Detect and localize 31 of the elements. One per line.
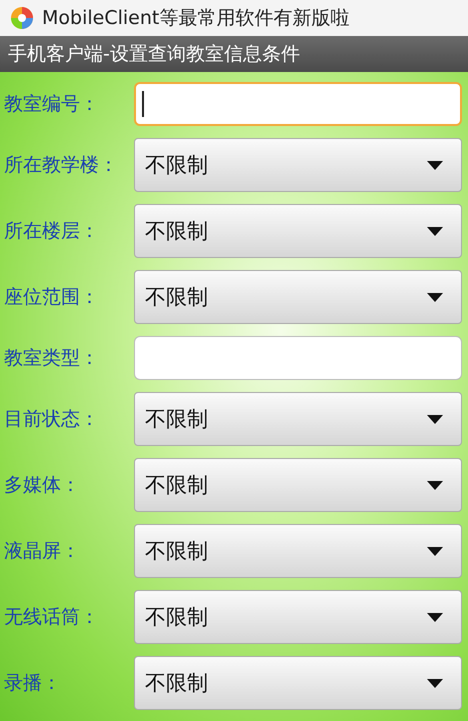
field-label: 座位范围： [3, 285, 100, 310]
field-label: 目前状态： [3, 407, 100, 432]
text-input-field[interactable] [134, 82, 462, 126]
dropdown-arrow-icon [427, 546, 443, 556]
dropdown-select[interactable]: 不限制 [134, 590, 462, 644]
title-bar: 手机客户端-设置查询教室信息条件 [0, 36, 468, 72]
dropdown-arrow-icon [427, 292, 443, 302]
dropdown-arrow-icon [427, 678, 443, 688]
field-label: 录播： [3, 671, 62, 696]
dropdown-select[interactable]: 不限制 [134, 458, 462, 512]
dropdown-arrow-icon [427, 226, 443, 236]
dropdown-select[interactable]: 不限制 [134, 270, 462, 324]
text-input-field[interactable] [134, 336, 462, 380]
dropdown-arrow-icon [427, 160, 443, 170]
field-label: 教室类型： [3, 346, 100, 371]
app-icon [10, 6, 34, 30]
dropdown-select[interactable]: 不限制 [134, 204, 462, 258]
field-label: 液晶屏： [3, 539, 81, 564]
dropdown-arrow-icon [427, 480, 443, 490]
field-label: 多媒体： [3, 473, 81, 498]
field-label: 教室编号： [3, 92, 100, 117]
dropdown-select[interactable]: 不限制 [134, 392, 462, 446]
notification-text: MobileClient等最常用软件有新版啦 [42, 6, 350, 31]
dropdown-select[interactable]: 不限制 [134, 138, 462, 192]
field-label: 所在楼层： [3, 219, 100, 244]
dropdown-select[interactable]: 不限制 [134, 524, 462, 578]
dropdown-select[interactable]: 不限制 [134, 656, 462, 710]
field-label: 无线话筒： [3, 605, 100, 630]
field-label: 所在教学楼： [3, 153, 119, 178]
dropdown-arrow-icon [427, 414, 443, 424]
dropdown-arrow-icon [427, 612, 443, 622]
